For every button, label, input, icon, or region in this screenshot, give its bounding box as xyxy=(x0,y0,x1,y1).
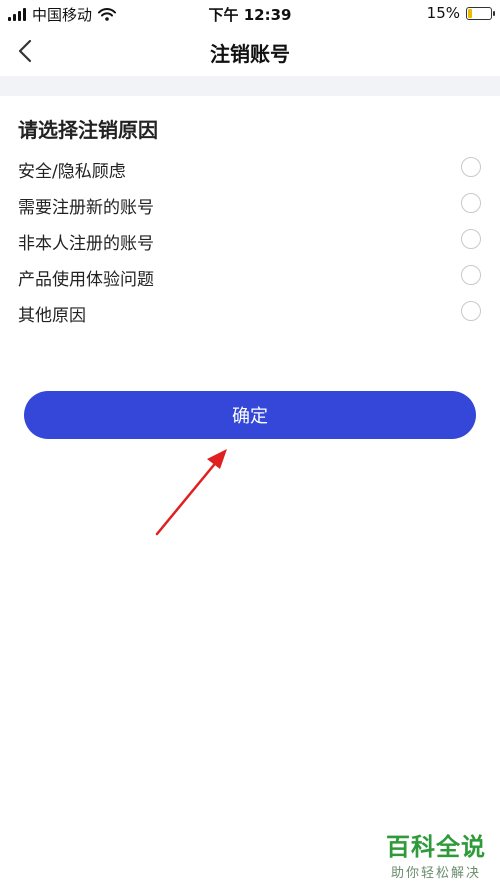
reason-list: 安全/隐私顾虑 需要注册新的账号 非本人注册的账号 产品使用体验问题 其他原因 xyxy=(0,150,500,330)
nav-bar: 注销账号 xyxy=(0,26,500,76)
battery-percent: 15% xyxy=(426,4,460,22)
watermark-title: 百科全说 xyxy=(386,833,486,861)
watermark-subtitle: 助你轻松解决 xyxy=(390,866,481,881)
confirm-button[interactable]: 确定 xyxy=(24,391,476,439)
status-time: 下午 12:39 xyxy=(208,6,292,24)
reason-option[interactable]: 需要注册新的账号 xyxy=(0,186,500,222)
radio-button[interactable] xyxy=(461,265,481,285)
reason-label: 安全/隐私顾虑 xyxy=(18,162,126,182)
battery-icon xyxy=(466,6,495,20)
watermark-logo: 百科全说 助你轻松解决 xyxy=(386,827,486,881)
reason-label: 其他原因 xyxy=(18,306,86,326)
radio-button[interactable] xyxy=(461,301,481,321)
reason-option[interactable]: 安全/隐私顾虑 xyxy=(0,150,500,186)
reason-option[interactable]: 其他原因 xyxy=(0,294,500,330)
section-divider xyxy=(0,76,500,96)
reason-label: 需要注册新的账号 xyxy=(18,198,154,218)
reason-label: 非本人注册的账号 xyxy=(18,234,154,254)
reason-label: 产品使用体验问题 xyxy=(18,270,154,290)
reason-option[interactable]: 非本人注册的账号 xyxy=(0,222,500,258)
status-bar: 中国移动 下午 12:39 15% xyxy=(0,0,500,26)
reason-option[interactable]: 产品使用体验问题 xyxy=(0,258,500,294)
radio-button[interactable] xyxy=(461,229,481,249)
status-right: 15% xyxy=(426,4,495,22)
radio-button[interactable] xyxy=(461,157,481,177)
page-title: 注销账号 xyxy=(210,42,290,66)
radio-button[interactable] xyxy=(461,193,481,213)
section-title: 请选择注销原因 xyxy=(18,118,158,142)
